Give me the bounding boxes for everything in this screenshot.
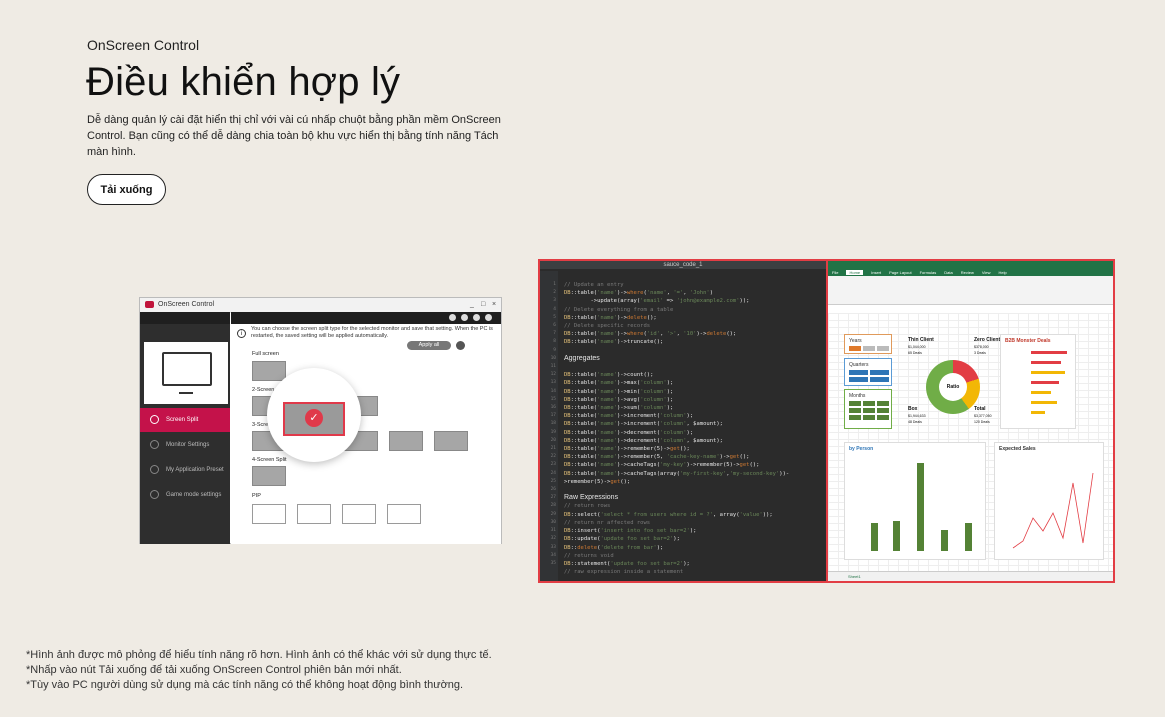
toolbar-icon[interactable] xyxy=(461,314,468,321)
screen-split-icon xyxy=(150,415,159,424)
osc-sidebar: Screen Split Monitor Settings My Applica… xyxy=(140,312,230,544)
close-icon[interactable]: × xyxy=(492,298,496,312)
page-description: Dễ dàng quản lý cài đặt hiển thị chỉ với… xyxy=(87,114,501,158)
code-heading: Raw Expressions xyxy=(564,494,619,502)
excel-ribbon[interactable] xyxy=(828,276,1113,305)
osc-titlebar: OnScreen Control _ □ × xyxy=(140,298,501,313)
footnote: *Hình ảnh được mô phỏng để hiểu tính năn… xyxy=(26,649,492,661)
monitor-icon xyxy=(162,352,212,386)
footnote: *Tùy vào PC người dùng sử dụng mà các tí… xyxy=(26,679,464,691)
sidebar-item-application-preset[interactable]: My Application Preset xyxy=(140,458,230,482)
layout-pip[interactable] xyxy=(252,504,286,524)
toolbar-icon[interactable] xyxy=(449,314,456,321)
sidebar-item-label: Monitor Settings xyxy=(166,442,210,448)
osc-info-text: You can choose the screen split type for… xyxy=(251,326,493,339)
page-title: Điều khiển hợp lý xyxy=(86,60,401,104)
layout-pip[interactable] xyxy=(342,504,376,524)
slicer-quarters[interactable]: Quarters xyxy=(844,358,892,386)
checkmark-icon: ✓ xyxy=(305,409,323,427)
excel-ribbon-tabs: File Home Insert Page Layout Formulas Data Rev… xyxy=(828,269,1113,276)
sidebar-item-monitor-settings[interactable]: Monitor Settings xyxy=(140,433,230,457)
by-person-chart: by Person xyxy=(844,442,986,560)
split-screen-preview: sauce_code_1 1 2 3 4 5 6 7 8 9 10 11 12 … xyxy=(538,259,1115,583)
excel-panel: File Home Insert Page Layout Formulas Data Rev… xyxy=(828,261,1113,581)
code-editor-panel: sauce_code_1 1 2 3 4 5 6 7 8 9 10 11 12 … xyxy=(540,261,828,581)
lg-logo-icon xyxy=(145,301,154,308)
apply-options-icon[interactable] xyxy=(456,341,465,350)
code-heading: Aggregates xyxy=(564,354,600,362)
osc-toolbar xyxy=(231,312,501,324)
sidebar-item-label: Game mode settings xyxy=(166,492,222,498)
section-4-screen: 4-Screen Split xyxy=(252,457,287,463)
minimize-icon[interactable]: _ xyxy=(470,298,474,312)
gamepad-icon xyxy=(150,490,159,499)
info-icon: i xyxy=(237,329,246,338)
sidebar-item-game-mode[interactable]: Game mode settings xyxy=(140,483,230,507)
gear-icon[interactable] xyxy=(485,314,492,321)
download-button[interactable]: Tải xuống xyxy=(87,174,166,205)
slicer-years[interactable]: Years xyxy=(844,334,892,354)
monitor-settings-icon xyxy=(150,440,159,449)
layout-4-screen[interactable] xyxy=(252,466,286,486)
monitor-preview[interactable] xyxy=(144,342,228,404)
layout-pip[interactable] xyxy=(387,504,421,524)
maximize-icon[interactable]: □ xyxy=(481,298,485,312)
layout-pip[interactable] xyxy=(297,504,331,524)
footnotes: *Hình ảnh được mô phỏng để hiểu tính năn… xyxy=(26,648,492,693)
slicer-months[interactable]: Months xyxy=(844,389,892,429)
section-pip: PIP xyxy=(252,493,261,499)
sidebar-item-label: Screen Split xyxy=(166,417,199,423)
sidebar-item-label: My Application Preset xyxy=(166,467,224,473)
footnote: *Nhấp vào nút Tải xuống để tải xuống OnS… xyxy=(26,664,402,676)
expected-sales-chart: Expected Sales xyxy=(994,442,1104,560)
monster-deals-card: B2B Monster Deals xyxy=(1000,334,1076,429)
layout-3-screen[interactable] xyxy=(434,431,468,451)
sheet-tab[interactable]: Sheet1 xyxy=(828,571,1113,581)
code-editor-tab[interactable]: sauce_code_1 xyxy=(540,261,826,269)
excel-titlebar xyxy=(828,261,1113,269)
app-preset-icon xyxy=(150,465,159,474)
donut-chart: Ratio xyxy=(926,360,980,414)
layout-3-screen[interactable] xyxy=(389,431,423,451)
selection-magnifier: ✓ xyxy=(267,368,361,462)
layout-full-screen[interactable] xyxy=(252,361,286,381)
help-icon[interactable] xyxy=(473,314,480,321)
osc-window-title: OnScreen Control xyxy=(158,301,215,308)
section-full-screen: Full screen xyxy=(252,351,279,357)
code-lines: // Update an entry DB::table('name')->wh… xyxy=(564,282,790,576)
sidebar-item-screen-split[interactable]: Screen Split xyxy=(140,408,230,432)
product-eyebrow: OnScreen Control xyxy=(87,37,200,53)
ratio-donut-card: Thin Client $1,044,000 65 Deals Zero Cli… xyxy=(908,337,1001,424)
expected-sales-line xyxy=(1012,472,1094,549)
apply-all-button[interactable]: Apply all xyxy=(407,341,451,350)
